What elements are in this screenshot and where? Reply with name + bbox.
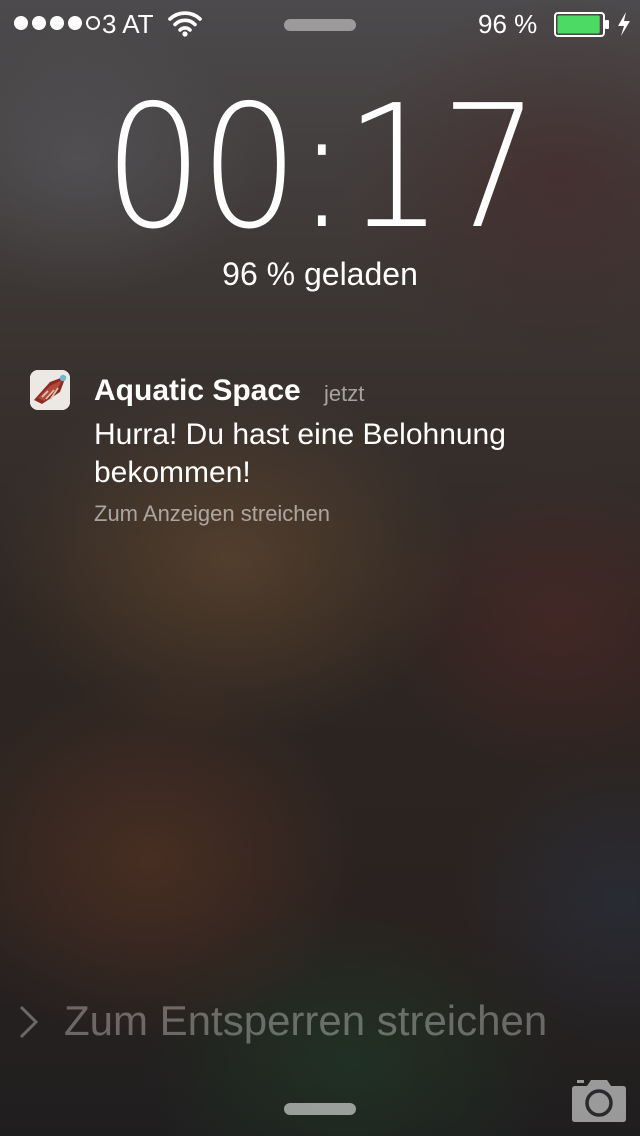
- battery-fill: [557, 15, 600, 34]
- aquatic-space-app-icon: [30, 370, 70, 410]
- bolt-icon: [618, 12, 630, 36]
- charge-status: 96 % geladen: [222, 256, 418, 292]
- status-bar: 3 AT 96 %: [0, 0, 640, 48]
- notification-center-grabber[interactable]: [284, 19, 356, 31]
- lockscreen-clock: 00:17: [103, 69, 540, 267]
- notification-swipe-hint: Zum Anzeigen streichen: [94, 501, 331, 526]
- signal-strength: [14, 16, 100, 32]
- signal-dot: [50, 16, 64, 30]
- notification-app-name: Aquatic Space: [94, 374, 301, 407]
- signal-dot: [86, 16, 100, 30]
- camera-icon[interactable]: [570, 1076, 628, 1124]
- signal-dot: [14, 16, 28, 30]
- chevron-right-icon: [19, 1005, 39, 1039]
- battery-icon: [554, 12, 609, 37]
- slide-to-unlock-label: Zum Entsperren streichen: [64, 997, 548, 1044]
- notification-time: jetzt: [324, 381, 365, 406]
- carrier-name: 3 AT: [102, 9, 154, 39]
- battery-percent: 96 %: [478, 9, 538, 39]
- wifi-icon: [168, 11, 202, 37]
- signal-dot: [32, 16, 46, 30]
- notification-message: Hurra! Du hast eine Belohnung bekommen!: [94, 418, 506, 489]
- signal-dot: [68, 16, 82, 30]
- control-center-grabber[interactable]: [284, 1103, 356, 1115]
